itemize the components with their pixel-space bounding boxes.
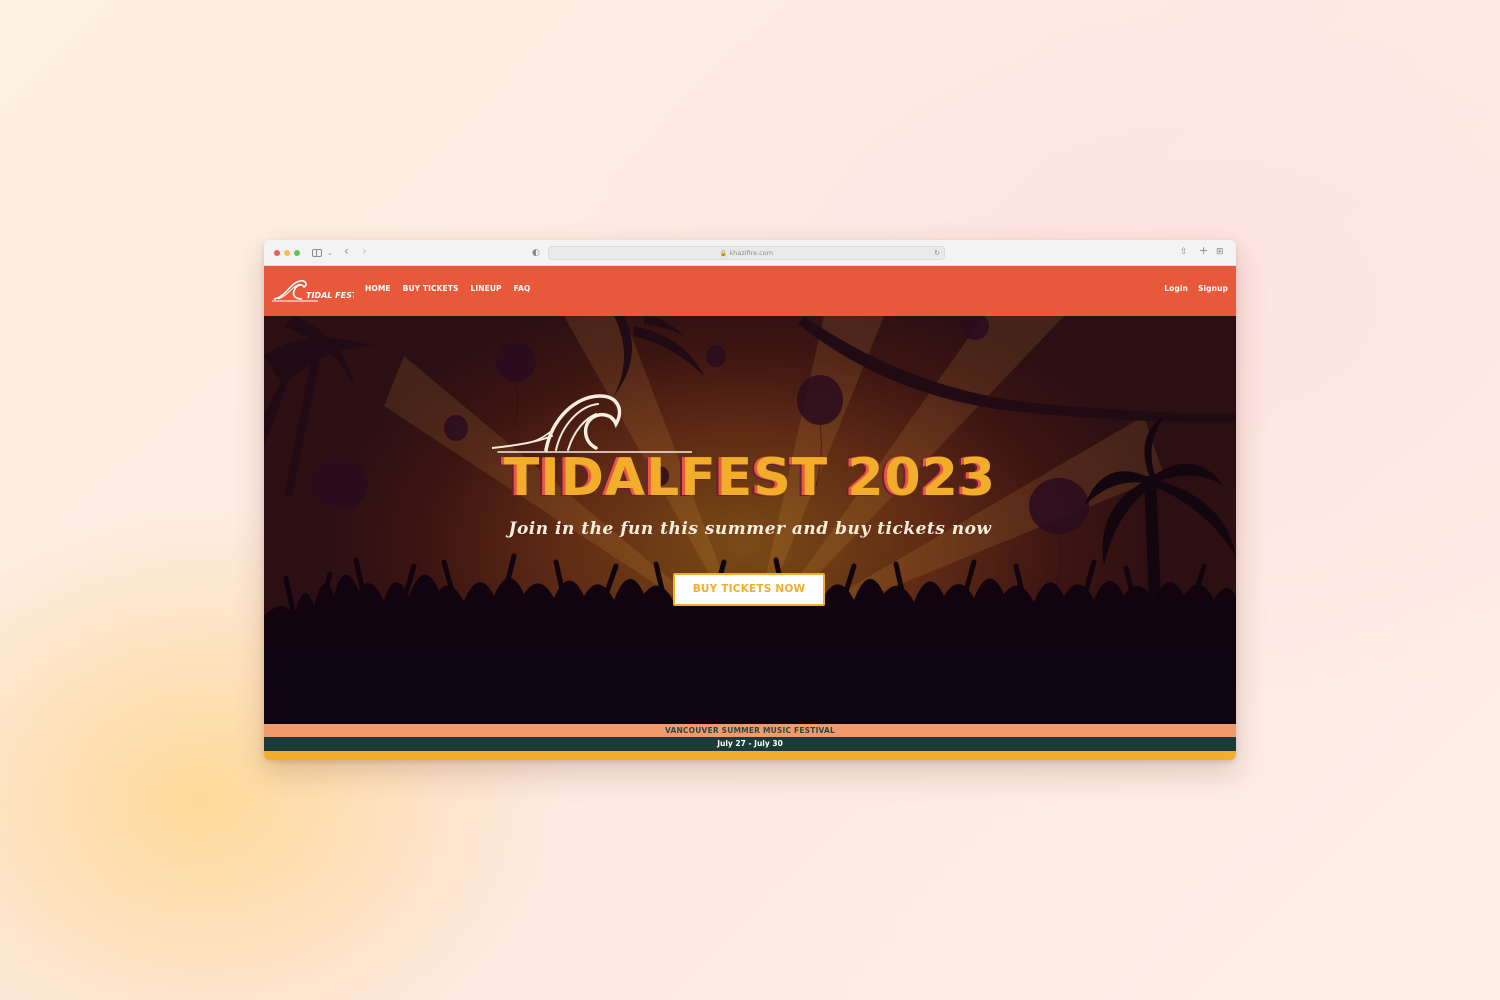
logo-text: TIDAL FEST [306, 291, 354, 300]
zoom-window-button[interactable] [294, 250, 300, 256]
nav-lineup[interactable]: LINEUP [470, 284, 501, 293]
share-icon[interactable]: ⇧ [1180, 245, 1188, 259]
buy-tickets-now-button[interactable]: BUY TICKETS NOW [673, 573, 825, 606]
festival-tagline-band: VANCOUVER SUMMER MUSIC FESTIVAL [264, 724, 1236, 737]
shield-icon[interactable]: ◐ [532, 246, 540, 260]
signup-link[interactable]: Signup [1198, 284, 1228, 293]
browser-toolbar: ⌄ ‹ › ◐ 🔒 khazifire.com ↻ ⇧ + ⊞ [264, 240, 1236, 266]
tidalfest-logo[interactable]: TIDAL FEST [272, 275, 354, 305]
main-nav: HOME BUY TICKETS LINEUP FAQ [365, 284, 542, 293]
hero-subtitle: Join in the fun this summer and buy tick… [508, 519, 992, 539]
nav-buy-tickets[interactable]: BUY TICKETS [403, 284, 459, 293]
hero-title: TIDALFEST 2023 [503, 448, 997, 508]
browser-window: ⌄ ‹ › ◐ 🔒 khazifire.com ↻ ⇧ + ⊞ TIDAL FES… [264, 240, 1236, 760]
nav-faq[interactable]: FAQ [514, 284, 531, 293]
forward-icon[interactable]: › [362, 244, 367, 258]
sidebar-toggle-icon[interactable] [312, 249, 322, 257]
tab-overview-icon[interactable]: ⊞ [1216, 245, 1224, 259]
close-window-button[interactable] [274, 250, 280, 256]
address-bar[interactable]: 🔒 khazifire.com ↻ [548, 246, 945, 260]
site-header: TIDAL FEST HOME BUY TICKETS LINEUP FAQ L… [264, 266, 1236, 316]
auth-links: Login Signup [1164, 284, 1228, 293]
accent-band [264, 751, 1236, 760]
nav-home[interactable]: HOME [365, 284, 391, 293]
hero-section: TIDALFEST 2023 Join in the fun this summ… [264, 316, 1236, 724]
chevron-down-icon[interactable]: ⌄ [327, 246, 333, 260]
url-text: khazifire.com [729, 249, 774, 257]
festival-dates-band: July 27 - July 30 [264, 737, 1236, 751]
minimize-window-button[interactable] [284, 250, 290, 256]
reload-icon[interactable]: ↻ [934, 247, 940, 259]
login-link[interactable]: Login [1164, 284, 1188, 293]
back-icon[interactable]: ‹ [344, 244, 349, 258]
window-controls [274, 250, 300, 256]
lock-icon: 🔒 [719, 250, 728, 257]
new-tab-icon[interactable]: + [1199, 244, 1208, 258]
